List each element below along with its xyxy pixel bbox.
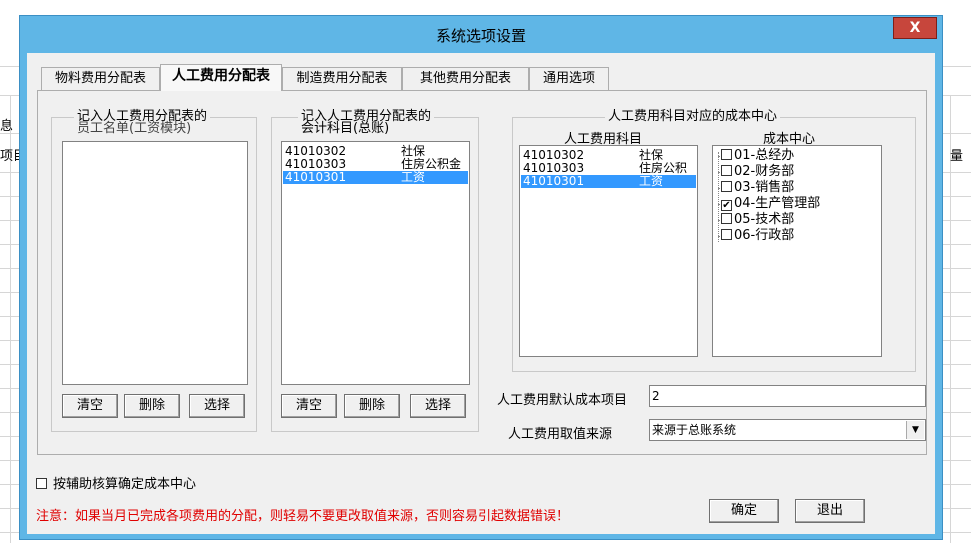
account-delete-button[interactable]: 删除	[344, 394, 400, 418]
cost-center-group-legend: 人工费用科目对应的成本中心	[605, 110, 781, 123]
cost-center-label: 06-行政部	[734, 228, 795, 243]
account-group-legend-2: 会计科目(总账)	[298, 122, 393, 135]
close-button[interactable]: X	[893, 17, 937, 39]
tab-general-options[interactable]: 通用选项	[529, 67, 609, 90]
account-row-selected[interactable]: 41010301 工资	[283, 171, 468, 184]
tab-manufacturing-cost[interactable]: 制造费用分配表	[282, 67, 402, 90]
cost-center-item[interactable]: 03-销售部	[721, 181, 794, 195]
cost-center-item[interactable]: 02-财务部	[721, 165, 794, 179]
subject-code: 41010301	[523, 174, 585, 188]
cost-center-checkbox[interactable]	[721, 213, 732, 224]
aux-checkbox-row[interactable]: 按辅助核算确定成本中心	[36, 473, 196, 492]
account-group: 记入人工费用分配表的 会计科目(总账) 41010302 社保 41010303 住…	[271, 110, 479, 432]
warning-text: 注意：如果当月已完成各项费用的分配，则轻易不要更改取值来源，否则容易引起数据错误…	[36, 509, 570, 524]
cost-center-item[interactable]: 05-技术部	[721, 213, 794, 227]
cost-center-checkbox[interactable]	[721, 229, 732, 240]
account-select-button[interactable]: 选择	[410, 394, 466, 418]
account-list[interactable]: 41010302 社保 41010303 住房公积金 41010301 工资	[281, 141, 470, 385]
default-cost-item-label: 人工费用默认成本项目	[497, 393, 628, 408]
tab-labor-cost[interactable]: 人工费用分配表	[160, 64, 282, 91]
employee-select-button[interactable]: 选择	[189, 394, 245, 418]
cost-center-label: 01-总经办	[734, 148, 795, 163]
cost-center-item[interactable]: 06-行政部	[721, 229, 794, 243]
cost-center-label: 05-技术部	[734, 212, 795, 227]
title-bar[interactable]: 系统选项设置 X	[20, 16, 942, 52]
employee-clear-button[interactable]: 清空	[62, 394, 118, 418]
subject-row-selected[interactable]: 41010301 工资	[521, 175, 696, 188]
account-name: 工资	[401, 170, 426, 184]
exit-button[interactable]: 退出	[795, 499, 865, 523]
cost-center-label: 03-销售部	[734, 180, 795, 195]
value-source-select[interactable]: 来源于总账系统 ▼	[649, 419, 926, 441]
tab-material-cost[interactable]: 物料费用分配表	[41, 67, 160, 90]
cost-center-checkbox[interactable]: ✔	[721, 200, 732, 211]
subject-list[interactable]: 41010302 社保 41010303 住房公积 41010301 工资	[519, 145, 698, 357]
bg-text: 息	[0, 119, 14, 134]
bg-text: 量	[950, 149, 964, 164]
default-cost-item-input[interactable]: 2	[649, 385, 926, 407]
cost-center-checkbox[interactable]	[721, 149, 732, 160]
subject-name: 工资	[639, 174, 664, 188]
dialog-title: 系统选项设置	[435, 27, 526, 45]
labor-cost-panel: 记入人工费用分配表的 员工名单(工资模块) 清空 删除 选择 记入人工费用分配表…	[37, 90, 927, 455]
chevron-down-icon[interactable]: ▼	[906, 421, 924, 439]
cost-center-item[interactable]: 01-总经办	[721, 149, 794, 163]
options-dialog: 系统选项设置 X 物料费用分配表 人工费用分配表 制造费用分配表 其他费用分配表…	[19, 15, 943, 540]
cost-center-checkbox[interactable]	[721, 165, 732, 176]
tree-line	[718, 152, 719, 242]
cost-center-group: 人工费用科目对应的成本中心 人工费用科目 成本中心 41010302 社保 410…	[512, 110, 916, 372]
dialog-client: 物料费用分配表 人工费用分配表 制造费用分配表 其他费用分配表 通用选项 记入人…	[27, 53, 935, 534]
account-clear-button[interactable]: 清空	[281, 394, 337, 418]
aux-checkbox[interactable]	[36, 478, 47, 489]
employee-group: 记入人工费用分配表的 员工名单(工资模块) 清空 删除 选择	[51, 110, 257, 432]
employee-group-legend-2: 员工名单(工资模块)	[74, 122, 195, 135]
value-source-value: 来源于总账系统	[652, 423, 737, 437]
cost-center-label: 02-财务部	[734, 164, 795, 179]
cost-center-checkbox[interactable]	[721, 181, 732, 192]
cost-center-item[interactable]: ✔ 04-生产管理部	[721, 197, 820, 211]
tab-other-cost[interactable]: 其他费用分配表	[402, 67, 529, 90]
account-code: 41010301	[285, 170, 347, 184]
aux-checkbox-label: 按辅助核算确定成本中心	[53, 477, 197, 492]
employee-delete-button[interactable]: 删除	[124, 394, 180, 418]
cost-center-label: 04-生产管理部	[734, 196, 821, 211]
cost-center-tree[interactable]: 01-总经办 02-财务部 03-销售部 ✔ 04-生产管理部 05-技术部 06…	[712, 145, 882, 357]
confirm-button[interactable]: 确定	[709, 499, 779, 523]
employee-list[interactable]	[62, 141, 248, 385]
value-source-label: 人工费用取值来源	[508, 427, 613, 442]
